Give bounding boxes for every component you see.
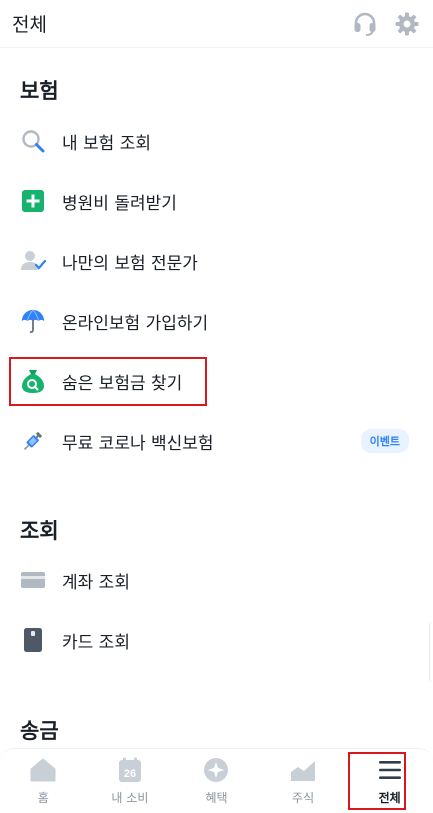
plus-square-icon bbox=[20, 188, 46, 214]
user-check-icon bbox=[20, 248, 46, 274]
calendar-icon: 26 bbox=[116, 757, 144, 783]
tab-benefits[interactable]: 혜택 bbox=[173, 749, 260, 813]
scroll-indicator bbox=[429, 622, 433, 682]
menu-item-account-inquiry[interactable]: 계좌 조회 bbox=[0, 554, 433, 606]
tab-my-spending[interactable]: 26 내 소비 bbox=[87, 749, 174, 813]
menu-item-card-inquiry[interactable]: 카드 조회 bbox=[0, 614, 433, 666]
page-title: 전체 bbox=[12, 14, 47, 36]
card-icon bbox=[20, 627, 46, 653]
syringe-icon bbox=[20, 428, 46, 454]
search-icon bbox=[20, 128, 46, 154]
chart-icon bbox=[289, 757, 317, 783]
gear-icon[interactable] bbox=[393, 10, 421, 38]
tab-label: 주식 bbox=[292, 791, 315, 805]
menu-item-label: 병원비 돌려받기 bbox=[62, 193, 177, 214]
calendar-day-text: 26 bbox=[124, 768, 136, 780]
tab-label: 혜택 bbox=[205, 791, 228, 805]
tab-stocks[interactable]: 주식 bbox=[260, 749, 347, 813]
section-title-transfer: 송금 bbox=[20, 719, 59, 743]
tab-label: 홈 bbox=[37, 791, 49, 805]
headset-icon[interactable] bbox=[351, 10, 379, 38]
menu-item-hospital-refund[interactable]: 병원비 돌려받기 bbox=[0, 175, 433, 227]
menu-item-covid-vaccine-insurance[interactable]: 무료 코로나 백신보험 이벤트 bbox=[0, 415, 433, 467]
menu-item-online-insurance[interactable]: 온라인보험 가입하기 bbox=[0, 295, 433, 347]
menu-item-my-insurance[interactable]: 내 보험 조회 bbox=[0, 115, 433, 167]
event-badge: 이벤트 bbox=[360, 429, 409, 453]
umbrella-icon bbox=[20, 308, 46, 334]
menu-item-insurance-expert[interactable]: 나만의 보험 전문가 bbox=[0, 235, 433, 287]
menu-list: 보험 내 보험 조회 병원비 돌려받기 나만의 보험 전문가 온라인보험 가입하… bbox=[0, 49, 433, 749]
tab-home[interactable]: 홈 bbox=[0, 749, 87, 813]
highlight-box bbox=[9, 357, 207, 406]
menu-item-label: 나만의 보험 전문가 bbox=[62, 253, 198, 274]
tab-label: 내 소비 bbox=[111, 791, 149, 805]
menu-item-label: 온라인보험 가입하기 bbox=[62, 313, 209, 334]
account-card-icon bbox=[20, 567, 46, 593]
highlight-box bbox=[348, 752, 406, 810]
top-bar: 전체 bbox=[0, 0, 433, 48]
menu-item-label: 무료 코로나 백신보험 bbox=[62, 433, 214, 454]
header-actions bbox=[351, 10, 421, 38]
menu-item-label: 계좌 조회 bbox=[62, 572, 130, 593]
home-icon bbox=[29, 757, 57, 783]
star-circle-icon bbox=[202, 757, 230, 783]
section-title-insurance: 보험 bbox=[20, 79, 59, 103]
menu-item-label: 내 보험 조회 bbox=[62, 133, 152, 154]
section-title-inquiry: 조회 bbox=[20, 519, 59, 543]
menu-item-label: 카드 조회 bbox=[62, 632, 130, 653]
